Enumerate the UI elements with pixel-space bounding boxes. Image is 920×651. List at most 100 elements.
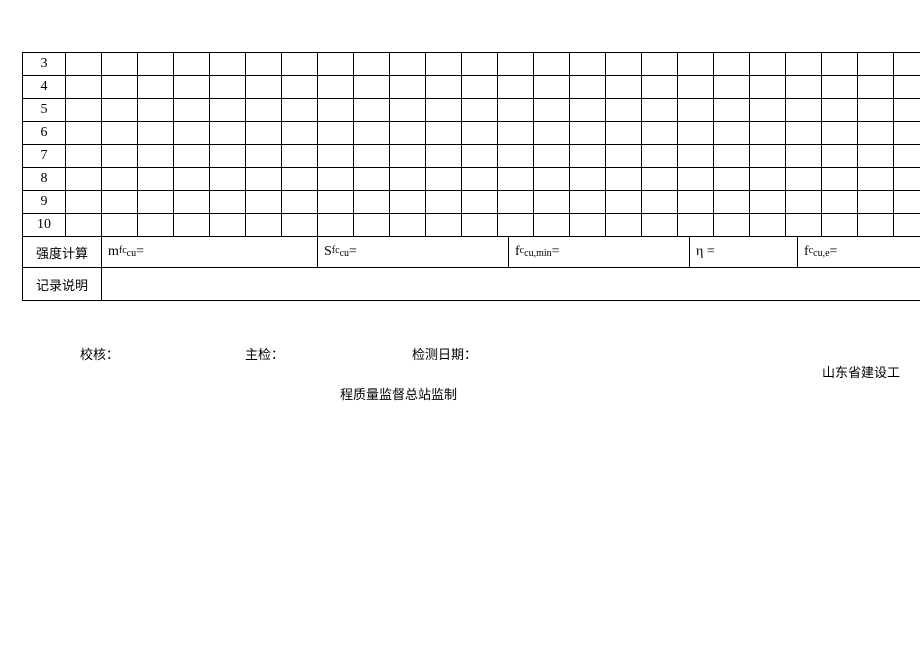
cell [534, 122, 570, 144]
cell [390, 53, 426, 75]
cell [462, 99, 498, 121]
cell [642, 191, 678, 213]
cell [282, 214, 318, 236]
cell [318, 99, 354, 121]
cell [66, 145, 102, 167]
org-text-left: 程质量监督总站监制 [340, 384, 910, 406]
cell [786, 168, 822, 190]
cell [606, 99, 642, 121]
footer-signatures: 校核： 主检： 检测日期： [22, 344, 900, 363]
cell [606, 145, 642, 167]
cell [678, 76, 714, 98]
table-row: 6 [23, 122, 920, 145]
cell [174, 53, 210, 75]
formula-fe: fccu,e= [798, 237, 920, 267]
org-text-right: 山东省建设工 [822, 362, 900, 384]
cell [786, 122, 822, 144]
cell [102, 168, 138, 190]
cell [642, 214, 678, 236]
strength-calc-label: 强度计算 [23, 237, 102, 267]
cell [570, 122, 606, 144]
cell [282, 53, 318, 75]
cell [750, 53, 786, 75]
cell [210, 168, 246, 190]
formula-eta: η = [690, 237, 798, 267]
cell [318, 53, 354, 75]
cell [570, 145, 606, 167]
cell [174, 214, 210, 236]
record-note-content [102, 268, 920, 300]
cell [678, 168, 714, 190]
cell [498, 76, 534, 98]
table-row: 4 [23, 76, 920, 99]
cell [210, 122, 246, 144]
strength-calc-row: 强度计算 mfccu = Sfccu= fccu,min= η = fccu,e… [23, 237, 920, 268]
cell [858, 145, 894, 167]
cell [714, 99, 750, 121]
cell [750, 168, 786, 190]
cell [66, 99, 102, 121]
cell [66, 191, 102, 213]
cell [606, 191, 642, 213]
cell [426, 145, 462, 167]
cell [462, 145, 498, 167]
cell [858, 122, 894, 144]
cell [570, 168, 606, 190]
cell [282, 122, 318, 144]
cell [66, 168, 102, 190]
row-number: 5 [23, 99, 66, 121]
cell [534, 99, 570, 121]
cell [606, 214, 642, 236]
cell [174, 191, 210, 213]
cell [210, 99, 246, 121]
cell [714, 53, 750, 75]
cell [462, 214, 498, 236]
cell [642, 76, 678, 98]
cell [534, 145, 570, 167]
row-number: 4 [23, 76, 66, 98]
cell [750, 214, 786, 236]
cell [750, 122, 786, 144]
table-row: 10 [23, 214, 920, 237]
cell [246, 99, 282, 121]
row-number: 8 [23, 168, 66, 190]
cell [138, 53, 174, 75]
table-row: 5 [23, 99, 920, 122]
cell [570, 214, 606, 236]
table-row: 3 [23, 53, 920, 76]
cell [354, 145, 390, 167]
cell [714, 145, 750, 167]
cell [498, 145, 534, 167]
cell [462, 76, 498, 98]
cell [174, 99, 210, 121]
cell [642, 145, 678, 167]
inspection-date-label: 检测日期： [412, 344, 477, 363]
cell [426, 214, 462, 236]
cell [822, 168, 858, 190]
cell [498, 168, 534, 190]
cell [102, 191, 138, 213]
cell [714, 122, 750, 144]
row-number: 7 [23, 145, 66, 167]
record-note-row: 记录说明 [23, 268, 920, 301]
table-row: 9 [23, 191, 920, 214]
row-number: 10 [23, 214, 66, 236]
cell [426, 122, 462, 144]
cell [66, 76, 102, 98]
cell [282, 76, 318, 98]
cell [786, 53, 822, 75]
checker-label: 校核： [80, 344, 119, 363]
cell [210, 53, 246, 75]
cell [246, 122, 282, 144]
cell [822, 145, 858, 167]
cell [246, 145, 282, 167]
main-inspector-label: 主检： [245, 344, 284, 363]
cell [498, 99, 534, 121]
cell [678, 145, 714, 167]
cell [210, 76, 246, 98]
cell [390, 76, 426, 98]
cell [822, 122, 858, 144]
cell [318, 214, 354, 236]
cell [678, 122, 714, 144]
cell [786, 145, 822, 167]
